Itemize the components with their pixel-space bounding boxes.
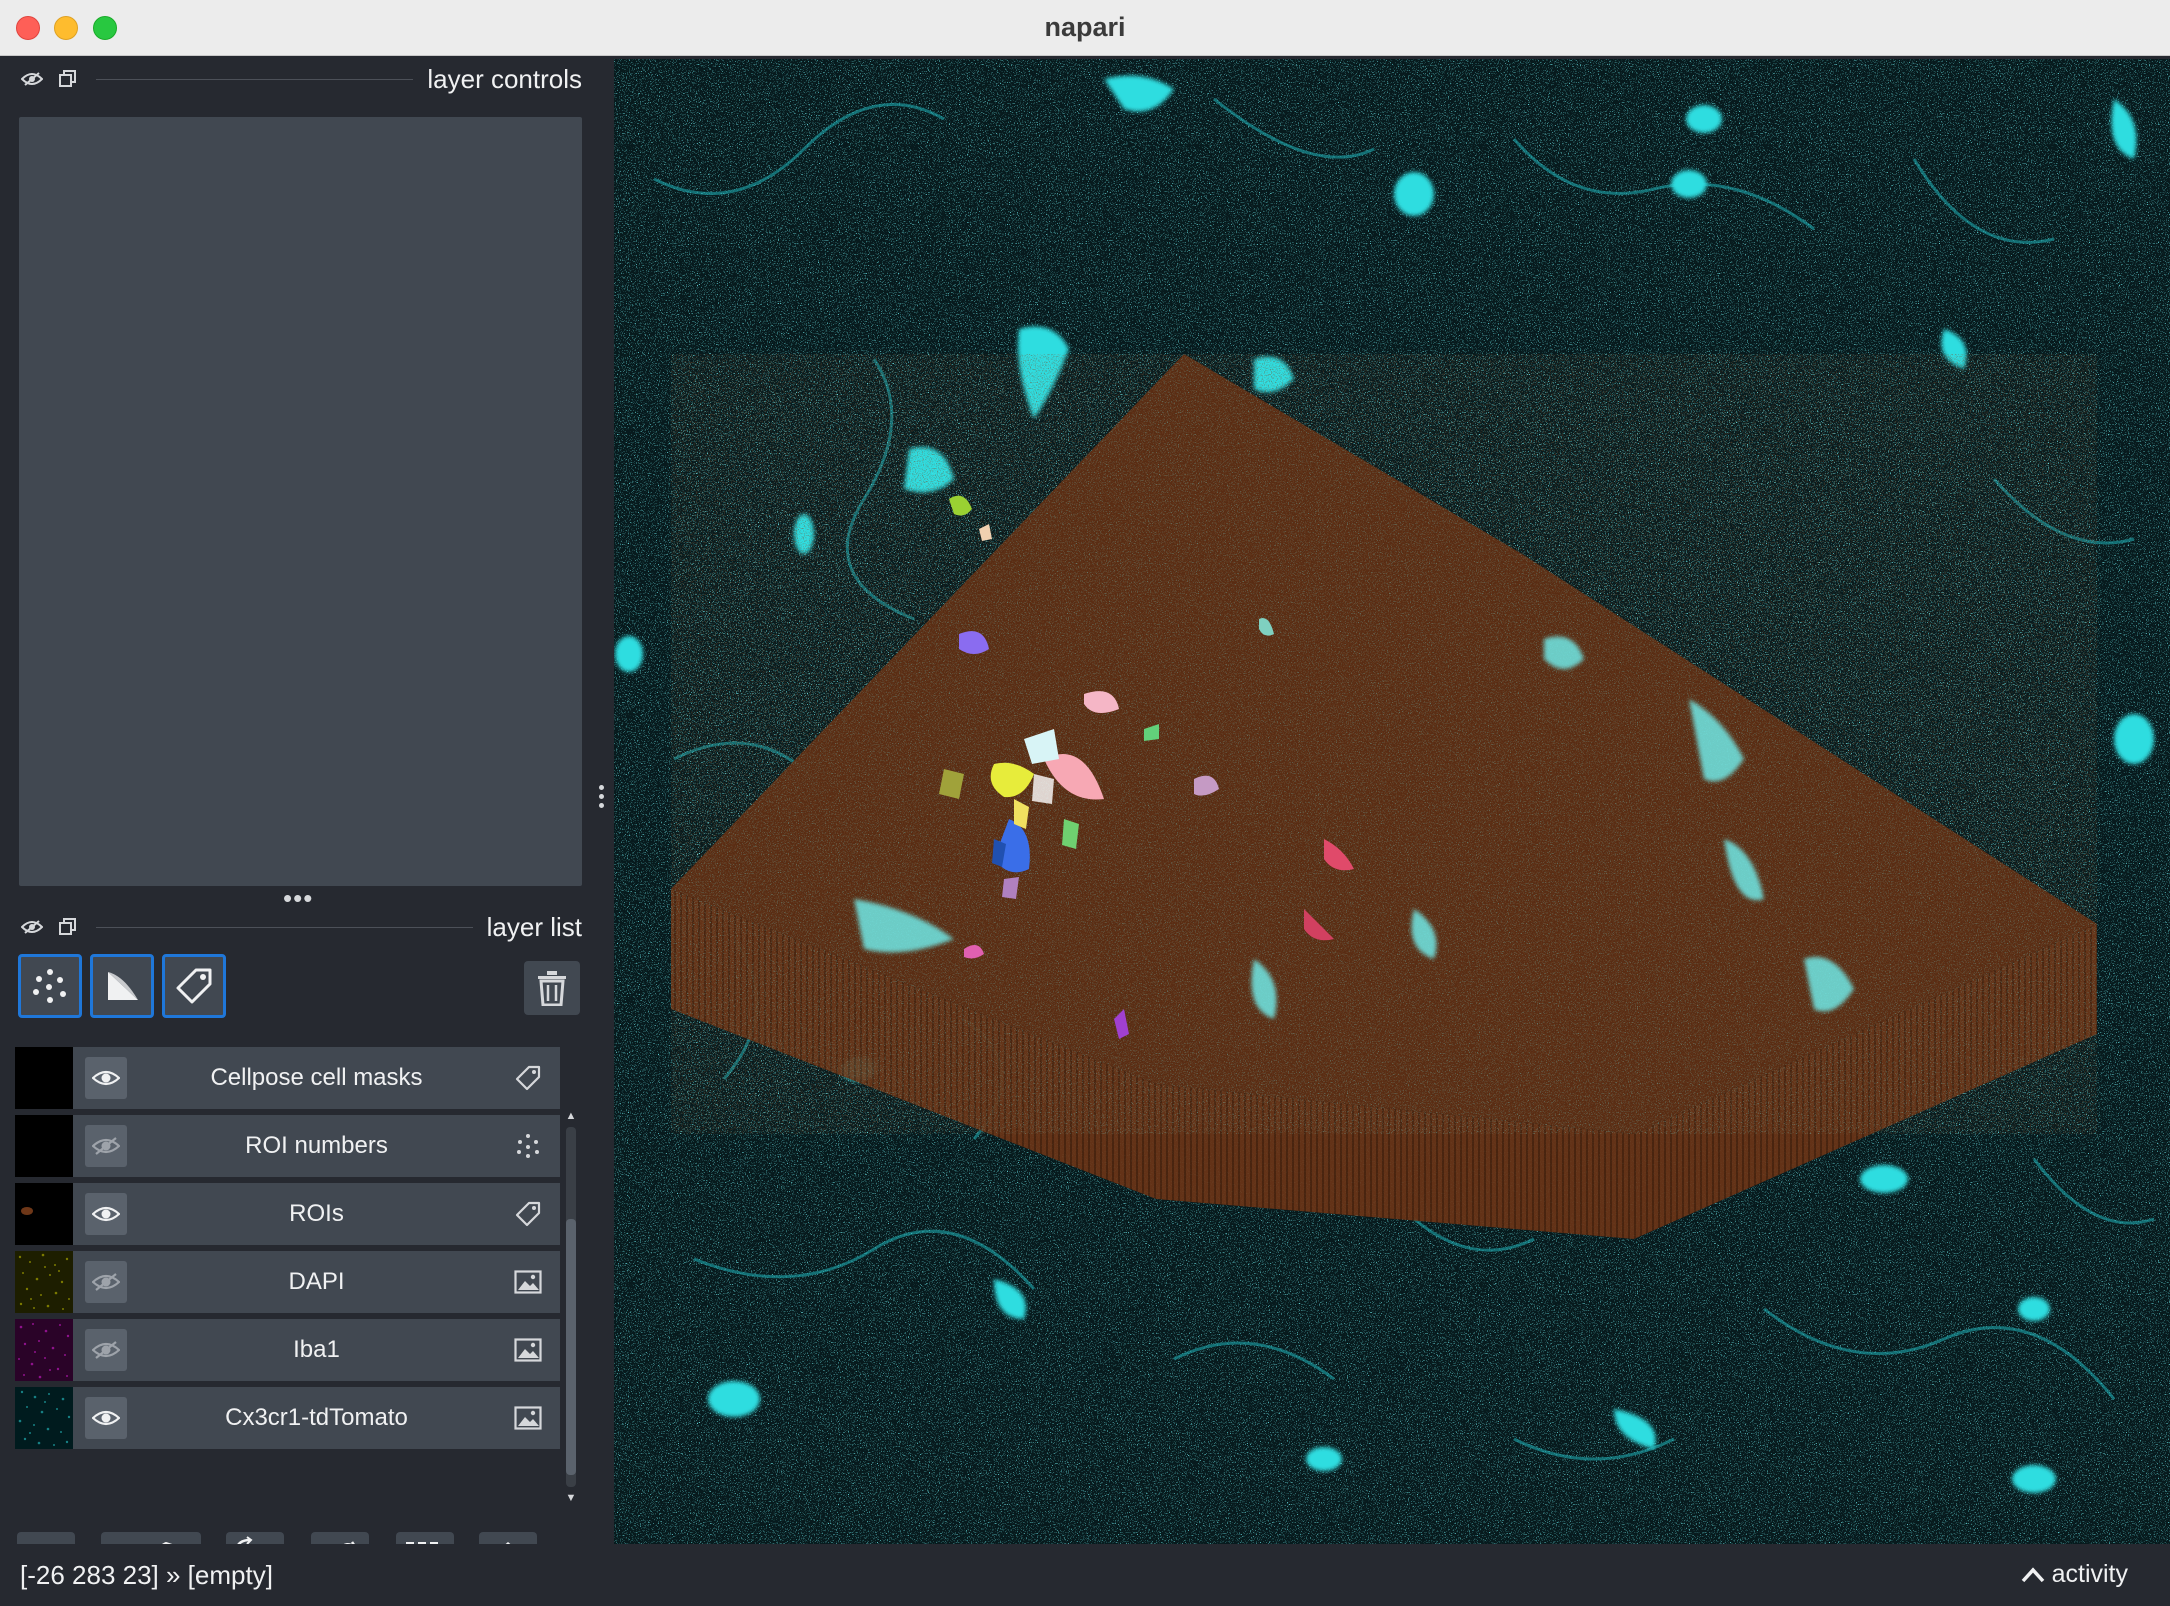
layer-thumbnail bbox=[15, 1251, 73, 1313]
image-layer-icon bbox=[514, 1268, 542, 1296]
layer-name: Cx3cr1-tdTomato bbox=[225, 1404, 408, 1431]
layer-row[interactable]: Cx3cr1-tdTomato bbox=[15, 1387, 560, 1449]
new-points-layer-button[interactable] bbox=[18, 954, 82, 1018]
trash-icon bbox=[538, 971, 566, 1006]
shapes-icon bbox=[108, 972, 138, 1000]
layer-thumbnail bbox=[15, 1319, 73, 1381]
delete-layer-button[interactable] bbox=[524, 961, 580, 1015]
eye-hide-icon[interactable] bbox=[20, 67, 44, 91]
layer-name: DAPI bbox=[288, 1268, 345, 1295]
labels-icon bbox=[176, 968, 212, 1004]
float-panel-icon[interactable] bbox=[56, 67, 80, 91]
labels-layer-icon bbox=[514, 1064, 542, 1092]
layer-name: Iba1 bbox=[293, 1336, 340, 1363]
window-title: napari bbox=[1044, 12, 1126, 42]
layer-name: ROIs bbox=[289, 1200, 344, 1227]
visibility-toggle[interactable] bbox=[85, 1193, 127, 1235]
layer-name: Cellpose cell masks bbox=[210, 1064, 423, 1091]
new-shapes-layer-button[interactable] bbox=[90, 954, 154, 1018]
header-divider bbox=[96, 78, 414, 80]
visibility-toggle[interactable] bbox=[85, 1125, 127, 1167]
layer-row[interactable]: DAPI bbox=[15, 1251, 560, 1313]
cursor-status: [-26 283 23] » [empty] bbox=[20, 1560, 273, 1590]
float-panel-icon[interactable] bbox=[56, 915, 80, 939]
visibility-toggle[interactable] bbox=[85, 1397, 127, 1439]
activity-label: activity bbox=[2051, 1560, 2128, 1588]
layer-row[interactable]: Cellpose cell masks bbox=[15, 1047, 560, 1109]
layer-row[interactable]: ROI numbers bbox=[15, 1115, 560, 1177]
layer-controls-panel bbox=[19, 117, 582, 886]
eye-hidden-icon bbox=[92, 1137, 120, 1155]
scroll-down-arrow-icon[interactable]: ▼ bbox=[563, 1489, 579, 1507]
layer-thumbnail bbox=[15, 1047, 73, 1109]
eye-hidden-icon bbox=[92, 1341, 120, 1359]
visibility-toggle[interactable] bbox=[85, 1261, 127, 1303]
title-bar: napari bbox=[0, 0, 2170, 56]
layer-list-title: layer list bbox=[486, 911, 582, 942]
visibility-toggle[interactable] bbox=[85, 1329, 127, 1371]
scrollbar-thumb[interactable] bbox=[566, 1219, 576, 1475]
layer-list-scrollbar[interactable]: ▲ ▼ bbox=[563, 1107, 579, 1507]
eye-icon bbox=[92, 1410, 120, 1426]
eye-icon bbox=[92, 1070, 120, 1086]
header-divider bbox=[96, 926, 473, 928]
eye-hidden-icon bbox=[92, 1273, 120, 1291]
layer-thumbnail bbox=[15, 1183, 73, 1245]
layer-row[interactable]: Iba1 bbox=[15, 1319, 560, 1381]
eye-hide-icon[interactable] bbox=[20, 915, 44, 939]
layer-controls-title: layer controls bbox=[427, 63, 582, 94]
viewer-canvas[interactable] bbox=[614, 59, 2170, 1544]
dock-splitter-handle[interactable]: ••• bbox=[283, 885, 313, 911]
eye-icon bbox=[92, 1206, 120, 1222]
layer-thumbnail bbox=[15, 1387, 73, 1449]
image-layer-icon bbox=[514, 1336, 542, 1364]
chevron-up-icon bbox=[2021, 1566, 2044, 1582]
visibility-toggle[interactable] bbox=[85, 1057, 127, 1099]
scroll-up-arrow-icon[interactable]: ▲ bbox=[563, 1107, 579, 1125]
layer-row[interactable]: ROIs bbox=[15, 1183, 560, 1245]
activity-button[interactable]: activity bbox=[2020, 1560, 2128, 1589]
left-dock: layer controls ••• layer list Cellpose c… bbox=[0, 57, 600, 1590]
labels-layer-icon bbox=[514, 1200, 542, 1228]
layer-name: ROI numbers bbox=[245, 1132, 388, 1159]
volume-render-image bbox=[614, 59, 2170, 1544]
dock-resize-handle[interactable] bbox=[598, 785, 604, 808]
points-icon bbox=[33, 969, 66, 1003]
layer-controls-header: layer controls bbox=[0, 59, 582, 99]
points-layer-icon bbox=[514, 1132, 542, 1160]
layer-list-header: layer list bbox=[0, 907, 582, 947]
layer-thumbnail bbox=[15, 1115, 73, 1177]
image-layer-icon bbox=[514, 1404, 542, 1432]
status-bar: [-26 283 23] » [empty] activity bbox=[0, 1544, 2170, 1606]
layer-list[interactable]: Cellpose cell masks ROI numbers ROIs DAP… bbox=[15, 1047, 560, 1507]
new-labels-layer-button[interactable] bbox=[162, 954, 226, 1018]
